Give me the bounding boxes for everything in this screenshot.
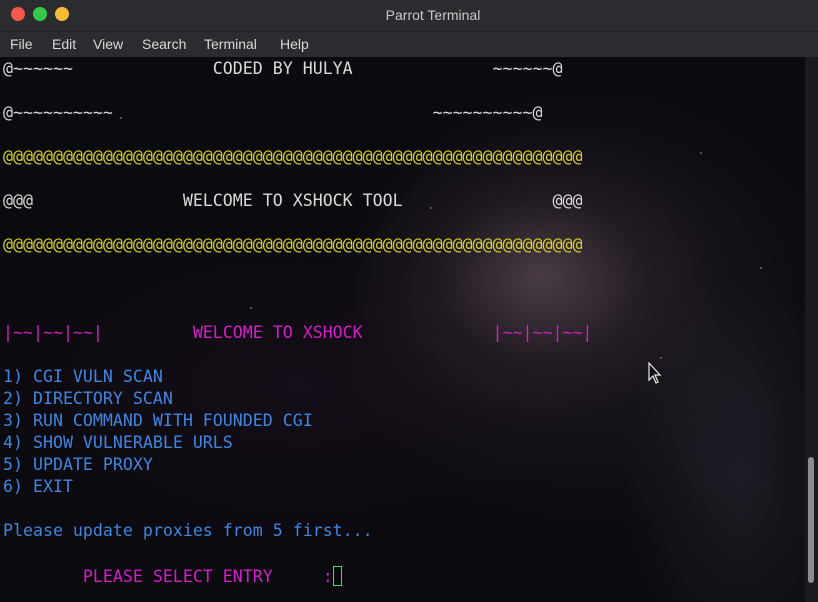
menu-bar: File Edit View Search Terminal Help (0, 32, 818, 57)
welcome-banner-line: |~~|~~|~~| WELCOME TO XSHOCK |~~|~~|~~| (3, 323, 593, 342)
menu-option: 6) EXIT (3, 477, 73, 496)
menu-terminal[interactable]: Terminal (204, 36, 257, 52)
menu-search[interactable]: Search (142, 36, 186, 52)
maximize-window-button[interactable] (33, 7, 47, 21)
at-border-line: @@@@@@@@@@@@@@@@@@@@@@@@@@@@@@@@@@@@@@@@… (3, 147, 583, 166)
terminal-output[interactable]: @~~~~~~ CODED BY HULYA ~~~~~~@ @~~~~~~~~… (0, 57, 818, 602)
title-bar: Parrot Terminal (0, 0, 818, 32)
background-star (760, 267, 762, 269)
menu-file[interactable]: File (10, 36, 33, 52)
coded-by-line: @~~~~~~ CODED BY HULYA ~~~~~~@ (3, 59, 563, 78)
menu-option: 1) CGI VULN SCAN (3, 367, 163, 386)
background-star (700, 152, 702, 154)
background-star (250, 307, 252, 309)
background-star (660, 357, 662, 359)
prompt-text: PLEASE SELECT ENTRY : (3, 567, 333, 586)
menu-option: 5) UPDATE PROXY (3, 455, 153, 474)
at-border-line: @@@@@@@@@@@@@@@@@@@@@@@@@@@@@@@@@@@@@@@@… (3, 235, 583, 254)
menu-option: 2) DIRECTORY SCAN (3, 389, 173, 408)
menu-option: 3) RUN COMMAND WITH FOUNDED CGI (3, 411, 313, 430)
scrollbar-thumb[interactable] (808, 457, 814, 583)
menu-option: 4) SHOW VULNERABLE URLS (3, 433, 233, 452)
scrollbar[interactable] (805, 57, 818, 602)
select-entry-prompt[interactable]: PLEASE SELECT ENTRY : (3, 566, 342, 586)
welcome-tool-line: @@@ WELCOME TO XSHOCK TOOL @@@ (3, 191, 583, 210)
window-title: Parrot Terminal (385, 7, 481, 23)
text-cursor[interactable] (332, 566, 342, 586)
proxy-notice: Please update proxies from 5 first... (3, 521, 373, 540)
tilde-border-line: @~~~~~~~~~~ ~~~~~~~~~~@ (3, 103, 543, 122)
menu-edit[interactable]: Edit (52, 36, 76, 52)
close-window-button[interactable] (11, 7, 25, 21)
menu-help[interactable]: Help (280, 36, 309, 52)
menu-view[interactable]: View (93, 36, 123, 52)
mouse-pointer-icon (648, 362, 662, 384)
